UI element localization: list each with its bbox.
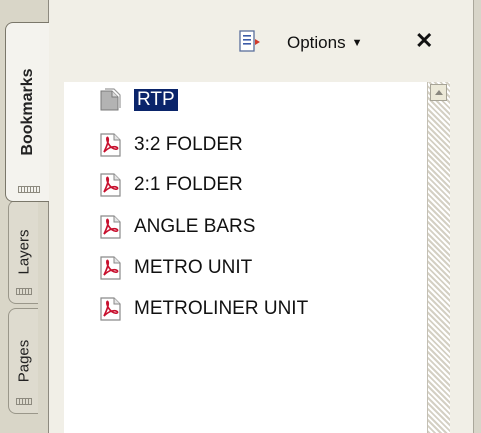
bookmark-label: ANGLE BARS bbox=[134, 216, 256, 237]
tab-pages-label: Pages bbox=[15, 339, 32, 383]
bookmark-item-rtp[interactable]: RTP bbox=[98, 86, 179, 114]
bookmark-label: RTP bbox=[133, 88, 179, 112]
window-edge bbox=[473, 0, 481, 433]
gray-page-icon bbox=[100, 88, 121, 111]
options-menu-button[interactable]: Options ▼ bbox=[287, 33, 362, 53]
tab-layers-label: Layers bbox=[15, 229, 32, 275]
bookmark-label: 3:2 FOLDER bbox=[134, 134, 243, 155]
tab-pages[interactable]: Pages bbox=[8, 308, 38, 414]
bookmark-item-metroliner-unit[interactable]: METROLINER UNIT bbox=[98, 295, 308, 323]
bookmark-item-2-1-folder[interactable]: 2:1 FOLDER bbox=[98, 171, 243, 199]
bookmark-item-metro-unit[interactable]: METRO UNIT bbox=[98, 254, 252, 282]
bookmark-label: METRO UNIT bbox=[134, 257, 253, 278]
options-label: Options bbox=[287, 33, 346, 52]
bookmark-label: 2:1 FOLDER bbox=[134, 174, 243, 195]
tab-grip-icon bbox=[18, 186, 40, 193]
options-menu-icon[interactable] bbox=[239, 30, 261, 54]
bookmark-item-3-2-folder[interactable]: 3:2 FOLDER bbox=[98, 131, 243, 159]
tab-grip-icon bbox=[16, 288, 32, 295]
pdf-page-icon bbox=[100, 133, 121, 157]
tab-bookmarks[interactable]: Bookmarks bbox=[5, 22, 49, 202]
bookmark-label: METROLINER UNIT bbox=[134, 298, 309, 319]
pdf-page-icon bbox=[100, 297, 121, 321]
chevron-down-icon: ▼ bbox=[351, 37, 363, 49]
pdf-page-icon bbox=[100, 173, 121, 197]
pdf-page-icon bbox=[100, 256, 121, 280]
panel-header: Options ▼ ✕ bbox=[49, 0, 473, 82]
navigation-tab-strip: Bookmarks Layers Pages bbox=[0, 0, 49, 433]
pdf-page-icon bbox=[100, 215, 121, 239]
tab-bookmarks-label: Bookmarks bbox=[18, 68, 36, 156]
vertical-scrollbar[interactable] bbox=[427, 82, 450, 433]
close-panel-button[interactable]: ✕ bbox=[415, 28, 433, 54]
tab-layers[interactable]: Layers bbox=[8, 200, 38, 304]
scroll-up-arrow-icon[interactable] bbox=[430, 84, 447, 101]
bookmark-item-angle-bars[interactable]: ANGLE BARS bbox=[98, 213, 255, 241]
tab-grip-icon bbox=[16, 398, 32, 405]
